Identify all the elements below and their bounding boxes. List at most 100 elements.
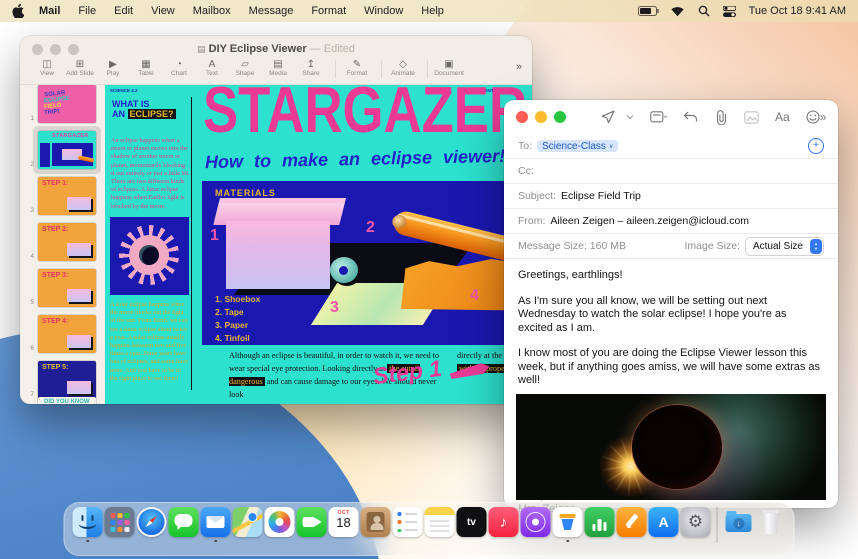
- dock-trash[interactable]: [756, 507, 786, 537]
- close-button[interactable]: [516, 111, 528, 123]
- from-field[interactable]: From: Aileen Zeigen – aileen.zeigen@iclo…: [504, 209, 838, 234]
- dock-notes[interactable]: [424, 507, 455, 537]
- header-fields-button[interactable]: [650, 110, 667, 124]
- recipient-token[interactable]: Science-Class ∨: [537, 140, 619, 152]
- slide-thumbnail-6[interactable]: STEP 4:: [38, 315, 96, 353]
- control-center-icon[interactable]: [722, 5, 736, 17]
- dock-contacts[interactable]: [360, 507, 391, 537]
- add-slide-button[interactable]: ⊞ Add Slide: [65, 59, 95, 77]
- toolbar-overflow-icon[interactable]: »: [516, 59, 522, 73]
- fonts-button[interactable]: Aa: [775, 110, 790, 124]
- dock-calendar[interactable]: OCT 18: [328, 507, 359, 537]
- menu-file[interactable]: File: [69, 0, 105, 22]
- dock-messages[interactable]: [168, 507, 199, 537]
- menu-window[interactable]: Window: [355, 0, 412, 22]
- dock-podcasts[interactable]: [520, 507, 551, 537]
- menu-help[interactable]: Help: [412, 0, 453, 22]
- close-button[interactable]: [32, 44, 43, 55]
- to-field[interactable]: To: Science-Class ∨ +: [504, 134, 838, 159]
- eclipse-photo-attachment[interactable]: [516, 394, 826, 500]
- send-button[interactable]: [600, 109, 616, 125]
- dock-photos[interactable]: [264, 507, 295, 537]
- gear-icon: ⚙: [680, 507, 711, 537]
- document-button[interactable]: ▣ Document: [434, 59, 464, 77]
- slide-canvas[interactable]: SCIENCE 4.2 EXPERIMENT #11 WHAT IS AN EC…: [105, 85, 532, 404]
- menu-mailbox[interactable]: Mailbox: [184, 0, 240, 22]
- slide-thumbnail-8[interactable]: DID YOU KNOW: [38, 397, 96, 404]
- image-size-select[interactable]: Actual Size ▴ ▾: [744, 236, 824, 256]
- chart-icon: ◔: [175, 59, 183, 70]
- slide-thumbnail-4[interactable]: STEP 2:: [38, 223, 96, 261]
- dock-facetime[interactable]: [296, 507, 327, 537]
- token-chevron-icon: ∨: [608, 143, 614, 150]
- dock-numbers[interactable]: [584, 507, 615, 537]
- slide-thumbnail-3[interactable]: STEP 1:: [38, 177, 96, 215]
- to-label: To:: [518, 140, 533, 152]
- dock-system-settings[interactable]: ⚙: [680, 507, 711, 537]
- slide-thumbnail-7[interactable]: STEP 5:: [38, 361, 96, 399]
- wifi-icon[interactable]: [670, 6, 685, 17]
- dock-keynote[interactable]: [552, 507, 583, 542]
- cc-label: Cc:: [518, 165, 534, 177]
- highlighted-word: ECLIPSE?: [127, 109, 176, 119]
- dock-reminders[interactable]: [392, 507, 423, 537]
- dock-maps[interactable]: [232, 507, 263, 537]
- table-button[interactable]: ▦ Table: [131, 59, 161, 77]
- battery-icon[interactable]: [637, 6, 659, 16]
- minimize-button[interactable]: [535, 111, 547, 123]
- menu-message[interactable]: Message: [240, 0, 303, 22]
- slide-thumbnail-1[interactable]: SOLAR ECLIPSE FIELD TRIP!: [38, 85, 96, 123]
- menu-view[interactable]: View: [142, 0, 184, 22]
- zoom-button[interactable]: [68, 44, 79, 55]
- add-slide-icon: ⊞: [75, 59, 85, 70]
- shoebox-illustration: [226, 221, 330, 289]
- search-icon[interactable]: [698, 5, 710, 17]
- media-button[interactable]: ▤ Media: [263, 59, 293, 77]
- text-button[interactable]: A Text: [197, 59, 227, 77]
- slide-thumbnail-2-selected[interactable]: STARGAZER: [38, 131, 96, 169]
- dock-pages[interactable]: [616, 507, 647, 537]
- add-recipient-button[interactable]: +: [808, 138, 824, 154]
- insert-photo-icon[interactable]: [744, 110, 759, 124]
- subject-field[interactable]: Subject: Eclipse Field Trip: [504, 184, 838, 209]
- text-icon: A: [208, 59, 216, 70]
- eclipse-disc: [139, 245, 159, 265]
- slide-thumbnail-5[interactable]: STEP 3:: [38, 269, 96, 307]
- undo-icon[interactable]: [683, 111, 698, 123]
- dock-music[interactable]: ♪: [488, 507, 519, 537]
- more-icon[interactable]: »: [820, 110, 827, 124]
- slide-number: 7: [30, 391, 34, 398]
- emoji-icon[interactable]: [806, 110, 820, 124]
- dock-finder[interactable]: [72, 507, 103, 542]
- view-button[interactable]: ◫ View: [32, 59, 62, 77]
- zoom-button[interactable]: [554, 111, 566, 123]
- toolbar-separator: [335, 60, 336, 78]
- format-button[interactable]: ✎ Format: [342, 59, 372, 77]
- menu-clock[interactable]: Tue Oct 18 9:41 AM: [749, 5, 846, 17]
- body-paragraph: Greetings, earthlings!: [518, 269, 623, 281]
- dock-launchpad[interactable]: [104, 507, 135, 537]
- chart-button[interactable]: ◔ Chart: [164, 59, 194, 77]
- dock-mail[interactable]: [200, 507, 231, 542]
- share-button[interactable]: ↥ Share: [296, 59, 326, 77]
- material-number-4: 4: [470, 287, 479, 304]
- dock-app-store[interactable]: A: [648, 507, 679, 537]
- attach-icon[interactable]: [715, 109, 728, 125]
- menu-app-name[interactable]: Mail: [30, 0, 69, 22]
- shape-button[interactable]: ▱ Shape: [230, 59, 260, 77]
- menu-edit[interactable]: Edit: [105, 0, 142, 22]
- play-button[interactable]: ▶ Play: [98, 59, 128, 77]
- minimize-button[interactable]: [50, 44, 61, 55]
- animate-button[interactable]: ◇ Animate: [388, 59, 418, 77]
- dock-safari[interactable]: [136, 507, 167, 537]
- dock: OCT 18 tv ♪ A ⚙ ↓: [63, 502, 795, 556]
- chevron-down-icon[interactable]: [626, 114, 634, 120]
- download-arrow-icon: ↓: [733, 517, 744, 529]
- dock-tv[interactable]: tv: [456, 507, 487, 537]
- view-icon: ◫: [42, 59, 52, 70]
- cc-field[interactable]: Cc:: [504, 159, 838, 184]
- apple-menu-icon[interactable]: [12, 4, 24, 18]
- window-title: ▤ DIY Eclipse Viewer — Edited: [197, 43, 355, 55]
- dock-downloads[interactable]: ↓: [724, 507, 754, 537]
- menu-format[interactable]: Format: [302, 0, 355, 22]
